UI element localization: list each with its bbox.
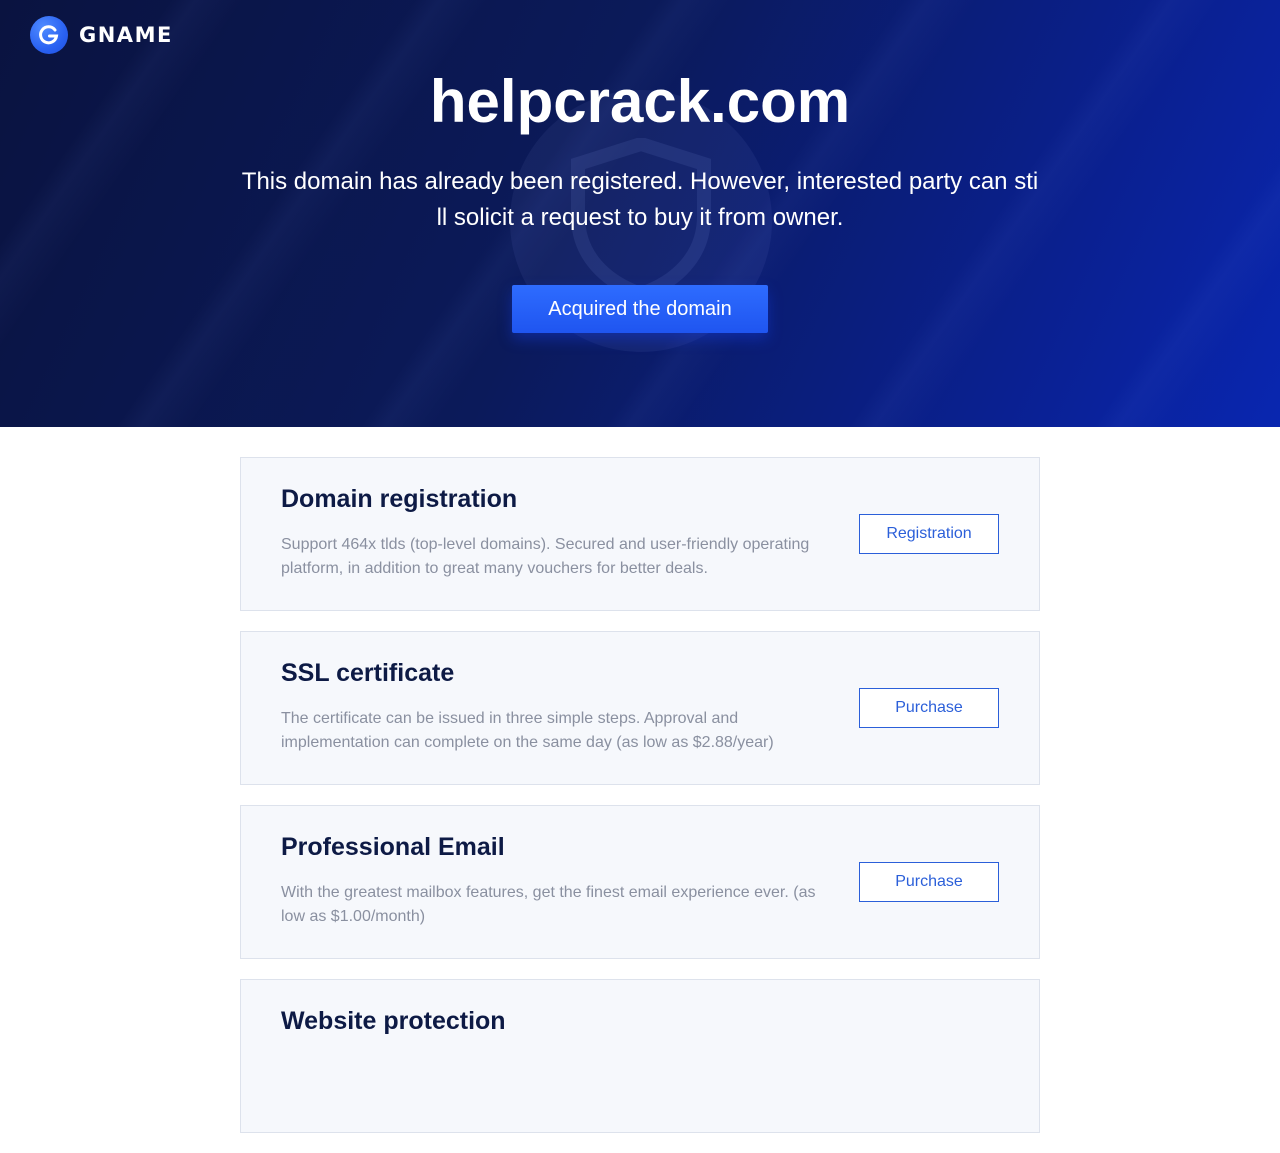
domain-status-message: This domain has already been registered.… xyxy=(241,168,1039,231)
service-title: Website protection xyxy=(281,1007,506,1035)
gname-g-icon xyxy=(30,16,68,54)
hero-banner: GNAME helpcrack.com This domain has alre… xyxy=(0,0,1280,427)
service-description: Support 464x tlds (top-level domains). S… xyxy=(281,536,810,577)
service-title: Professional Email xyxy=(281,833,505,861)
service-card-website-protection: Website protection xyxy=(240,979,1040,1133)
acquire-domain-button[interactable]: Acquired the domain xyxy=(512,285,768,333)
service-description: With the greatest mailbox features, get … xyxy=(281,884,816,925)
email-purchase-button[interactable]: Purchase xyxy=(859,862,999,902)
ssl-purchase-button[interactable]: Purchase xyxy=(859,688,999,728)
services-list: Domain registration Support 464x tlds (t… xyxy=(240,457,1040,1153)
service-title: Domain registration xyxy=(281,485,518,513)
service-title: SSL certificate xyxy=(281,659,455,687)
brand-name: GNAME xyxy=(79,23,173,47)
domain-name: helpcrack.com xyxy=(429,68,851,135)
service-card-professional-email: Professional Email With the greatest mai… xyxy=(240,805,1040,959)
gname-logo[interactable]: GNAME xyxy=(30,16,173,54)
service-description: The certificate can be issued in three s… xyxy=(281,710,774,751)
service-card-domain-registration: Domain registration Support 464x tlds (t… xyxy=(240,457,1040,611)
registration-button[interactable]: Registration xyxy=(859,514,999,554)
service-card-ssl-certificate: SSL certificate The certificate can be i… xyxy=(240,631,1040,785)
